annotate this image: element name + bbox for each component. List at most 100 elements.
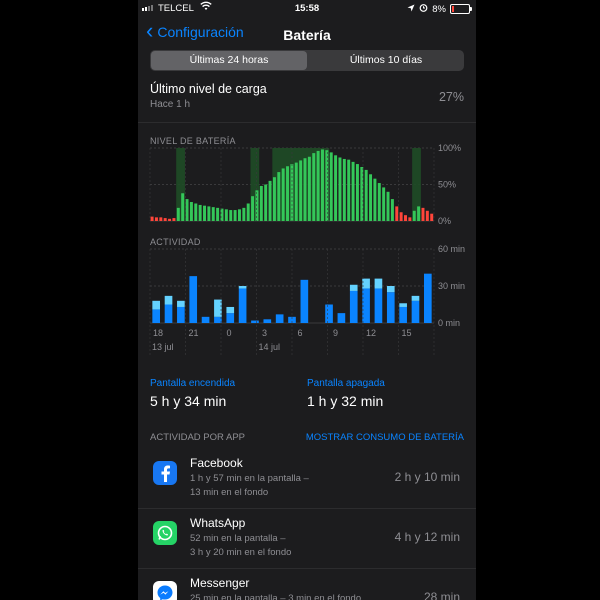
battery-level-bar	[189, 202, 193, 221]
battery-level-bar	[386, 191, 390, 221]
battery-level-bar	[272, 177, 276, 221]
app-total-time: 4 h y 12 min	[394, 530, 460, 544]
activity-bar-screen-off	[152, 300, 161, 310]
battery-level-bar	[159, 217, 163, 221]
last-charge-subtitle: Hace 1 h	[150, 99, 191, 110]
app-row-facebook[interactable]: Facebook 1 h y 57 min en la pantalla – 1…	[138, 449, 476, 509]
battery-level-bar	[321, 149, 324, 221]
last-charge-value: 27%	[438, 90, 464, 104]
app-usage-detail: 52 min en la pantalla – 3 h y 20 min en …	[190, 532, 291, 560]
battery-level-bar	[203, 205, 206, 221]
battery-level-bar	[347, 159, 351, 221]
activity-x-tick-label: 0	[226, 328, 231, 338]
charts-canvas: 100% 50% 0% 60 min 30 min 0 min 18 21 0 3 6 9 12 15 13…	[149, 143, 465, 355]
battery-level-bar	[150, 216, 154, 221]
battery-level-bar	[399, 212, 403, 221]
activity-by-app-title: ACTIVIDAD POR APP	[150, 432, 246, 443]
battery-percent: 8%	[432, 3, 446, 15]
activity-bar-screen-off	[238, 286, 247, 289]
screen-on-summary: Pantalla encendida 5 h y 34 min	[150, 378, 235, 409]
activity-bar-screen-on	[337, 313, 346, 323]
battery-level-bar	[242, 207, 246, 221]
activity-bar-screen-on	[325, 304, 333, 323]
activity-x-tick-label: 18	[153, 328, 163, 338]
battery-level-bar	[163, 218, 167, 221]
activity-bar-screen-off	[399, 303, 407, 307]
activity-x-tick-label: 3	[262, 328, 267, 338]
battery-level-bar	[364, 169, 368, 221]
messenger-icon	[153, 581, 177, 600]
battery-level-bar	[259, 185, 263, 221]
page-title: Batería	[283, 27, 331, 43]
battery-level-bar	[417, 206, 421, 221]
segment-last-24-hours[interactable]: Últimas 24 horas	[151, 51, 307, 70]
battery-level-bar	[338, 157, 342, 221]
battery-level-bar	[294, 162, 298, 221]
activity-bar-screen-off	[226, 306, 235, 314]
activity-y-tick-label: 0 min	[438, 318, 460, 328]
battery-y-tick-label: 100%	[438, 143, 461, 153]
show-battery-usage-link[interactable]: MOSTRAR CONSUMO DE BATERÍA	[306, 432, 464, 443]
app-total-time: 28 min	[423, 590, 460, 600]
nav-bar: ‹ Configuración Batería	[138, 18, 476, 50]
activity-bar-screen-off	[386, 286, 395, 293]
battery-level-bar	[316, 150, 320, 221]
battery-level-bar	[329, 152, 333, 221]
battery-level-bar	[198, 204, 202, 221]
battery-level-bar	[220, 208, 224, 221]
app-name: WhatsApp	[190, 516, 246, 530]
battery-level-bar	[408, 217, 412, 221]
activity-x-tick-label: 21	[188, 328, 198, 338]
battery-level-bar	[264, 184, 268, 221]
activity-y-tick-label: 30 min	[438, 281, 465, 291]
battery-level-bar	[237, 209, 241, 221]
battery-y-tick-label: 50%	[438, 180, 456, 190]
battery-level-bar	[299, 160, 303, 221]
battery-level-bar	[377, 183, 381, 221]
battery-level-bar	[325, 150, 329, 221]
activity-bar-screen-on	[263, 319, 272, 323]
battery-level-bar	[312, 153, 316, 221]
battery-y-tick-label: 0%	[438, 216, 451, 226]
battery-level-bar	[404, 215, 407, 221]
battery-level-bar	[224, 209, 228, 221]
app-row-messenger[interactable]: Messenger 25 min en la pantalla – 3 min …	[138, 569, 476, 600]
app-usage-detail: 1 h y 57 min en la pantalla – 13 min en …	[190, 472, 309, 500]
battery-level-bar	[154, 217, 158, 221]
segment-last-10-days[interactable]: Últimos 10 días	[308, 50, 464, 71]
activity-bar-screen-off	[362, 278, 370, 289]
activity-bar-screen-off	[374, 278, 383, 289]
charts-section: NIVEL DE BATERÍA ACTIVIDAD 100% 50% 0% 60 m…	[138, 124, 476, 364]
battery-level-bar	[351, 161, 355, 221]
battery-level-bar	[382, 187, 386, 221]
activity-bar-screen-on	[300, 279, 309, 323]
battery-level-bar	[181, 193, 185, 221]
activity-bar-screen-off	[164, 295, 173, 305]
app-name: Messenger	[190, 576, 250, 590]
battery-level-bar	[286, 166, 290, 221]
activity-bar-screen-on	[214, 316, 222, 323]
screen-off-label: Pantalla apagada	[307, 378, 385, 389]
battery-level-bar	[168, 218, 172, 221]
battery-level-bar	[176, 207, 180, 221]
app-name: Facebook	[190, 456, 243, 470]
battery-level-bar	[281, 168, 285, 221]
activity-bar-screen-off	[349, 284, 358, 291]
activity-bar-screen-on	[349, 290, 358, 323]
last-charge-row: Último nivel de carga Hace 1 h 27%	[150, 82, 464, 110]
app-usage-line: 13 min en el fondo	[190, 487, 269, 498]
app-row-whatsapp[interactable]: WhatsApp 52 min en la pantalla – 3 h y 2…	[138, 509, 476, 569]
activity-bar-screen-on	[386, 292, 395, 323]
alarm-icon	[419, 3, 428, 15]
battery-level-bar	[233, 210, 237, 221]
activity-bar-screen-on	[189, 276, 198, 323]
app-usage-line: 3 h y 20 min en el fondo	[190, 547, 292, 558]
activity-bar-screen-on	[411, 300, 420, 323]
battery-level-bar	[255, 190, 259, 221]
screen-on-value: 5 h y 34 min	[150, 393, 227, 409]
battery-level-bar	[373, 178, 377, 221]
last-charge-title: Último nivel de carga	[150, 82, 267, 96]
activity-date-label: 13 jul	[152, 342, 174, 352]
status-bar: TELCEL 15:58 8%	[138, 0, 476, 18]
battery-level-bar	[421, 207, 425, 221]
